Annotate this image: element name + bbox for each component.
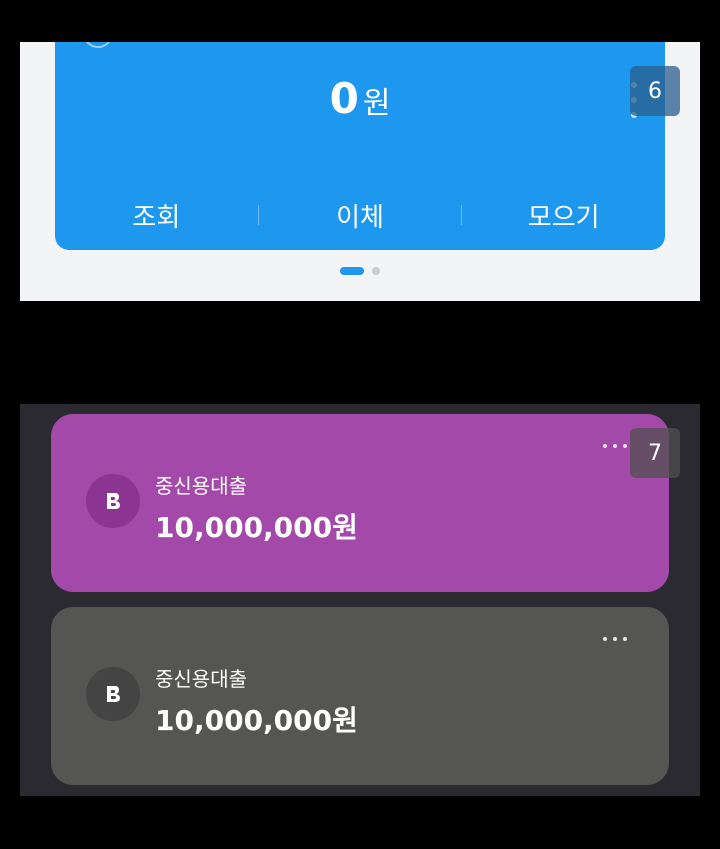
account-card[interactable]: 0원 조회 이체 모으기	[55, 42, 665, 250]
bank-logo-icon	[86, 667, 140, 721]
page-dot[interactable]	[372, 267, 380, 275]
balance-unit: 원	[362, 86, 391, 121]
account-panel: 0원 조회 이체 모으기	[20, 42, 700, 301]
loan-name: 중신용대출	[155, 667, 247, 691]
save-button[interactable]: 모으기	[462, 196, 665, 235]
balance-amount: 0	[329, 74, 359, 123]
page-indicator	[20, 267, 700, 275]
more-icon[interactable]	[603, 444, 627, 448]
account-icon	[83, 42, 113, 48]
more-icon[interactable]	[603, 637, 627, 641]
transfer-button[interactable]: 이체	[259, 196, 462, 235]
loan-name: 중신용대출	[155, 474, 247, 498]
inquiry-button[interactable]: 조회	[55, 196, 258, 235]
loan-panel: 중신용대출 10,000,000원 중신용대출 10,000,000원	[20, 404, 700, 796]
loan-card[interactable]: 중신용대출 10,000,000원	[51, 414, 669, 592]
loan-amount: 10,000,000원	[155, 511, 358, 544]
loan-amount: 10,000,000원	[155, 704, 358, 737]
bank-logo-icon	[86, 474, 140, 528]
balance: 0원	[55, 74, 665, 123]
account-actions: 조회 이체 모으기	[55, 180, 665, 250]
annotation-badge: 6	[630, 66, 680, 116]
page-dot-active[interactable]	[340, 267, 364, 275]
annotation-badge: 7	[630, 428, 680, 478]
loan-card[interactable]: 중신용대출 10,000,000원	[51, 607, 669, 785]
